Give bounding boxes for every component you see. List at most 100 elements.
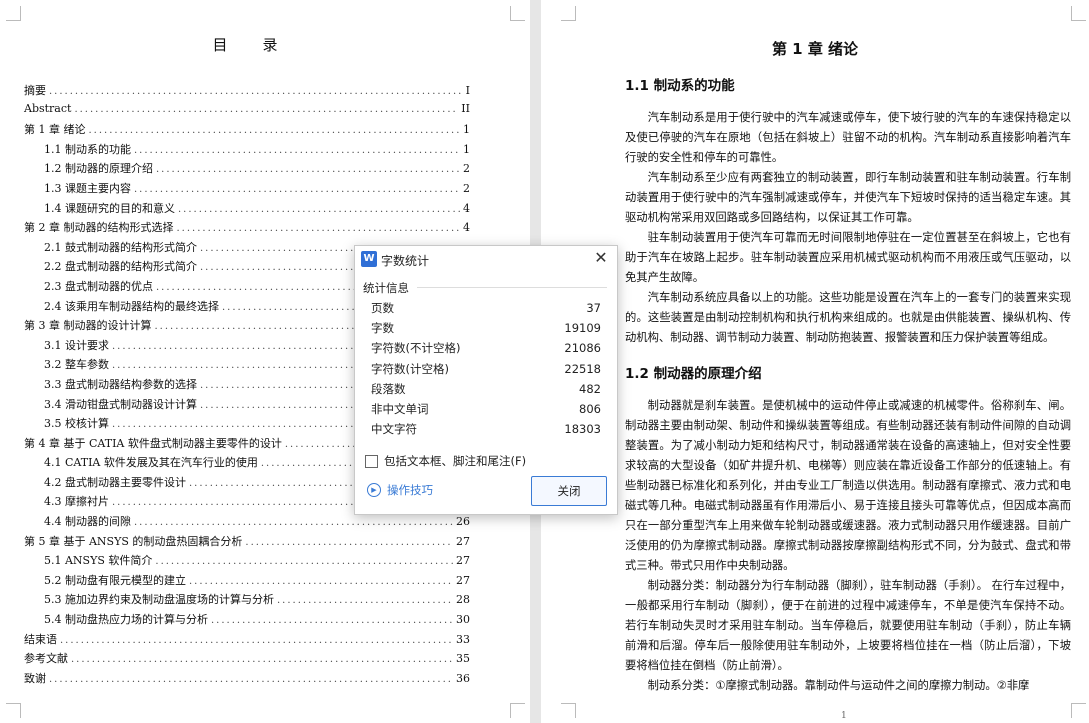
dialog-title: 字数统计 [381, 254, 430, 268]
toc-entry[interactable]: 1.4 课题研究的目的和意义 4 [24, 200, 470, 220]
toc-entry-label: 5.2 制动盘有限元模型的建立 [44, 573, 186, 587]
toc-entry-page: 4 [463, 221, 470, 235]
section-title: 1.1 制动系的功能 [625, 78, 735, 94]
crop-mark [6, 703, 21, 718]
toc-entry-label: 1.2 制动器的原理介绍 [44, 162, 153, 176]
stat-row: 字数 19109 [371, 318, 601, 338]
toc-entry-label: 第 3 章 制动器的设计计算 [24, 319, 152, 333]
toc-leader-dots [134, 145, 460, 156]
crop-mark [510, 6, 525, 21]
toc-entry-label: 3.1 设计要求 [44, 338, 109, 352]
section-body: 汽车制动系是用于使行驶中的汽车减速或停车，使下坡行驶的汽车的车速保持稳定以及使已… [625, 108, 1071, 348]
toc-entry[interactable]: 摘要 I [24, 82, 470, 102]
toc-entry-label: 参考文献 [24, 652, 68, 666]
toc-leader-dots [60, 635, 453, 646]
stat-row: 字符数(计空格) 22518 [371, 359, 601, 379]
toc-leader-dots [156, 164, 460, 175]
crop-mark [6, 6, 21, 21]
toc-entry[interactable]: 5.4 制动盘热应力场的计算与分析 30 [24, 611, 470, 631]
dialog-titlebar[interactable]: W 字数统计 ✕ [355, 246, 617, 272]
toc-entry[interactable]: 致谢 36 [24, 670, 470, 690]
toc-entry-label: 结束语 [24, 632, 57, 646]
stat-value: 806 [579, 402, 601, 417]
toc-entry-label: 4.2 盘式制动器主要零件设计 [44, 475, 186, 489]
toc-entry-label: 2.1 鼓式制动器的结构形式简介 [44, 240, 197, 254]
toc-entry-label: 第 5 章 基于 ANSYS 的制动盘热固耦合分析 [24, 534, 243, 548]
toc-entry-page: 2 [463, 181, 470, 195]
toc-leader-dots [155, 556, 453, 567]
stat-row: 中文字符 18303 [371, 419, 601, 439]
toc-leader-dots [49, 86, 463, 97]
toc-entry-page: 35 [456, 652, 470, 666]
toc-entry[interactable]: 参考文献 35 [24, 650, 470, 670]
toc-entry-label: 5.1 ANSYS 软件简介 [44, 554, 153, 568]
toc-entry-label: 第 2 章 制动器的结构形式选择 [24, 221, 174, 235]
toc-entry[interactable]: Abstract II [24, 102, 470, 122]
toc-entry[interactable]: 4.4 制动器的间隙 26 [24, 513, 470, 533]
toc-entry-page: II [461, 101, 470, 115]
body-paragraph: 制动器就是刹车装置。是使机械中的运动件停止或减速的机械零件。俗称刹车、闸。制动器… [625, 399, 1071, 572]
toc-entry[interactable]: 1.3 课题主要内容 2 [24, 180, 470, 200]
stat-label: 字数 [371, 321, 394, 336]
toc-leader-dots [89, 125, 461, 136]
stats-section-label: 统计信息 [363, 281, 409, 295]
crop-mark [1071, 703, 1086, 718]
crop-mark [561, 6, 576, 21]
stat-label: 字符数(计空格) [371, 361, 449, 376]
stat-label: 段落数 [371, 381, 406, 396]
toc-entry-page: I [465, 84, 470, 97]
stat-value: 21086 [564, 341, 601, 356]
toc-entry[interactable]: 第 1 章 绪论 1 [24, 121, 470, 141]
stat-label: 页数 [371, 301, 394, 316]
toc-entry-label: 2.2 盘式制动器的结构形式简介 [44, 260, 197, 274]
toc-entry-page: 30 [456, 613, 470, 627]
tips-label: 操作技巧 [387, 483, 433, 497]
toc-entry-label: 致谢 [24, 671, 46, 685]
toc-leader-dots [178, 204, 460, 215]
chapter-page: 第 1 章 绪论 1.1 制动系的功能 汽车制动系是用于使行驶中的汽车减速或停车… [541, 0, 1089, 723]
toc-entry[interactable]: 5.3 施加边界约束及制动盘温度场的计算与分析 28 [24, 591, 470, 611]
toc-leader-dots [134, 517, 453, 528]
crop-mark [1071, 6, 1086, 21]
toc-entry[interactable]: 5.1 ANSYS 软件简介 27 [24, 552, 470, 572]
stat-value: 22518 [564, 361, 601, 376]
toc-entry[interactable]: 5.2 制动盘有限元模型的建立 27 [24, 572, 470, 592]
toc-entry-label: 2.4 该乘用车制动器结构的最终选择 [44, 299, 219, 313]
toc-entry-page: 26 [456, 515, 470, 529]
toc-entry[interactable]: 第 5 章 基于 ANSYS 的制动盘热固耦合分析 27 [24, 533, 470, 553]
toc-entry-page: 36 [456, 671, 470, 685]
toc-entry-label: 2.3 盘式制动器的优点 [44, 279, 153, 293]
toc-entry-label: 3.4 滑动钳盘式制动器设计计算 [44, 397, 197, 411]
toc-entry-label: 3.5 校核计算 [44, 417, 109, 431]
stat-label: 字符数(不计空格) [371, 341, 461, 356]
page-number: 1 [841, 711, 847, 721]
toc-entry-label: 3.3 盘式制动器结构参数的选择 [44, 377, 197, 391]
checkbox-icon[interactable] [365, 454, 378, 468]
body-paragraph: 汽车制动系统应具备以上的功能。这些功能是设置在汽车上的一套专门的装置来实现的。这… [625, 291, 1071, 344]
stat-row: 字符数(不计空格) 21086 [371, 338, 601, 358]
include-textbox-checkbox[interactable]: 包括文本框、脚注和尾注(F) [365, 453, 526, 469]
toc-title: 目 录 [212, 36, 288, 54]
toc-entry[interactable]: 结束语 33 [24, 631, 470, 651]
wps-logo-icon: W [361, 251, 377, 267]
toc-leader-dots [71, 654, 453, 665]
toc-leader-dots [74, 104, 458, 115]
toc-entry-page: 28 [456, 593, 470, 607]
toc-entry[interactable]: 1.2 制动器的原理介绍 2 [24, 160, 470, 180]
chapter-title: 第 1 章 绪论 [771, 40, 859, 58]
toc-entry-page: 4 [463, 201, 470, 215]
toc-leader-dots [277, 595, 453, 606]
toc-entry-label: 5.3 施加边界约束及制动盘温度场的计算与分析 [44, 593, 274, 607]
toc-entry-label: 第 4 章 基于 CATIA 软件盘式制动器主要零件的设计 [24, 436, 282, 450]
toc-entry[interactable]: 第 2 章 制动器的结构形式选择 4 [24, 219, 470, 239]
toc-entry-page: 33 [456, 632, 470, 646]
word-count-dialog: W 字数统计 ✕ 统计信息 页数 37 字数 19109 字符数(不计空格) 21086 字… [354, 245, 618, 515]
tips-link[interactable]: ▶ 操作技巧 [367, 482, 433, 498]
close-button[interactable]: 关闭 [531, 476, 607, 506]
body-paragraph: 汽车制动系是用于使行驶中的汽车减速或停车，使下坡行驶的汽车的车速保持稳定以及使已… [625, 111, 1071, 164]
close-icon[interactable]: ✕ [591, 248, 611, 268]
body-paragraph: 制动器分类：制动器分为行车制动器（脚刹），驻车制动器（手刹）。 在行车过程中，一… [625, 579, 1071, 672]
toc-entry-label: 1.4 课题研究的目的和意义 [44, 201, 175, 215]
body-paragraph: 制动系分类：①摩擦式制动器。靠制动件与运动件之间的摩擦力制动。②非摩 [647, 679, 1030, 692]
toc-entry[interactable]: 1.1 制动系的功能 1 [24, 141, 470, 161]
